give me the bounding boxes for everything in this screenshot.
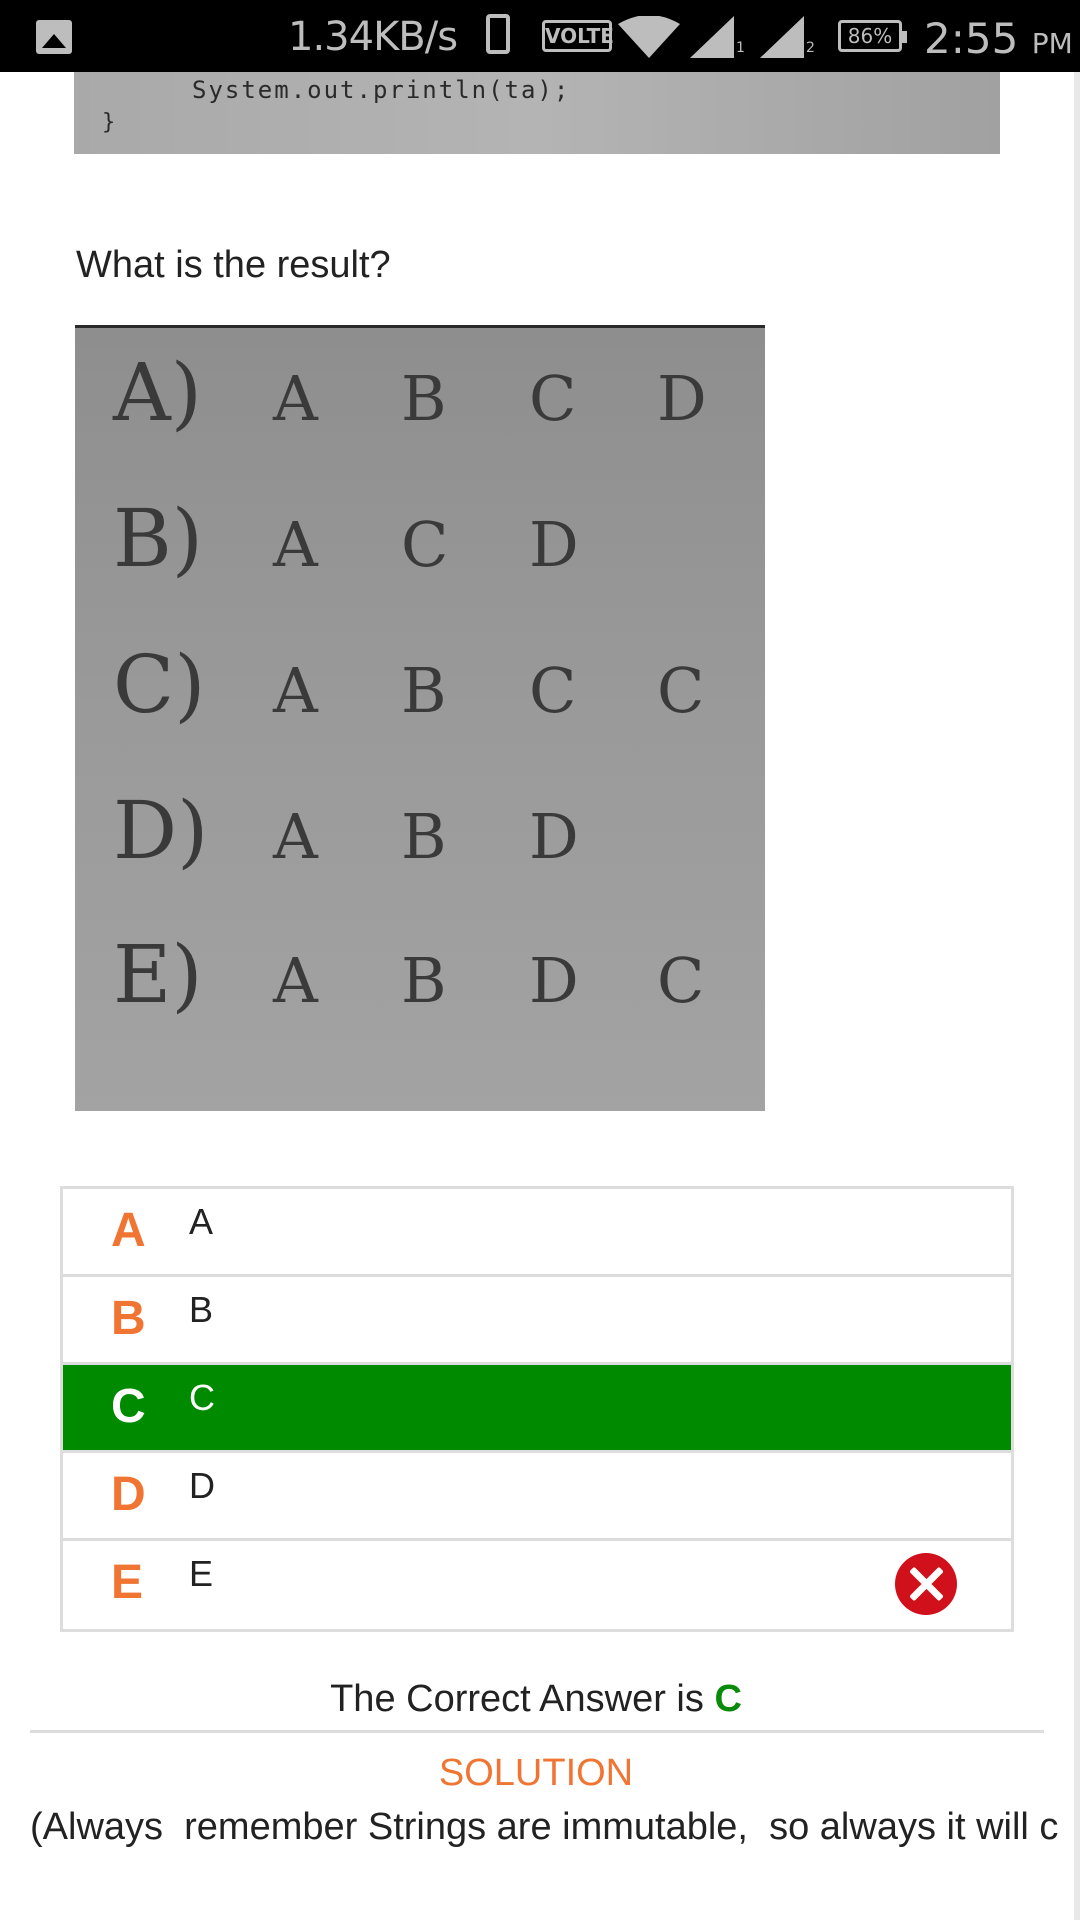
clock-ampm: PM <box>1031 27 1073 60</box>
code-brace: } <box>102 110 116 135</box>
answer-letter: C <box>111 1380 146 1433</box>
gallery-notification-icon <box>36 20 72 54</box>
opt-letter: A <box>273 508 318 581</box>
opt-key: E) <box>113 928 203 1021</box>
opt-letter: C <box>529 362 577 435</box>
correct-answer-prefix: The Correct Answer is <box>330 1678 704 1720</box>
answer-text: A <box>189 1201 214 1242</box>
clock: 2:55 PM <box>924 14 1073 63</box>
answer-text: C <box>189 1377 215 1418</box>
opt-letter: B <box>401 944 447 1017</box>
options-image-row-c: C) A B C C <box>113 638 785 731</box>
scroll-edge <box>1074 72 1080 1920</box>
opt-letter: B <box>401 800 447 873</box>
opt-key: D) <box>113 784 209 877</box>
answer-option-b[interactable]: B B <box>63 1277 1011 1365</box>
sim2-label: 2 <box>806 40 815 56</box>
options-image-row-b: B) A C D <box>113 492 657 585</box>
opt-letter: C <box>529 654 577 727</box>
options-image-row-d: D) A B D <box>113 784 657 877</box>
answer-text: D <box>189 1465 215 1506</box>
wrong-answer-icon <box>895 1553 957 1615</box>
opt-letter: C <box>401 508 449 581</box>
answer-text: E <box>189 1553 214 1594</box>
network-speed: 1.34KB/s <box>288 14 458 60</box>
signal-sim2-icon <box>760 16 804 58</box>
opt-letter: D <box>657 362 707 435</box>
answer-letter: B <box>111 1292 146 1345</box>
correct-answer-line: The Correct Answer is C <box>0 1678 1072 1721</box>
opt-letter: B <box>401 654 447 727</box>
opt-letter: C <box>657 654 705 727</box>
opt-letter: A <box>273 654 318 727</box>
opt-letter: A <box>273 362 318 435</box>
opt-letter: D <box>529 508 579 581</box>
solution-title: SOLUTION <box>438 1752 634 1794</box>
code-line: System.out.println(ta); <box>192 76 571 104</box>
solution-text: (Always remember Strings are immutable, … <box>30 1806 1059 1848</box>
answer-text: B <box>189 1289 214 1330</box>
code-snippet-image: System.out.println(ta); } <box>74 72 1000 154</box>
answer-option-d[interactable]: D D <box>63 1453 1011 1541</box>
sim1-label: 1 <box>736 40 745 56</box>
opt-letter: D <box>529 800 579 873</box>
clock-time: 2:55 <box>924 14 1019 63</box>
battery-icon: 86% <box>838 20 907 52</box>
options-image: A) A B C D B) A C D C) A B C C D) A B D … <box>75 325 765 1111</box>
signal-sim1-icon <box>690 16 734 58</box>
opt-letter: A <box>273 800 318 873</box>
opt-key: A) <box>113 346 202 439</box>
opt-letter: B <box>401 362 447 435</box>
volte-badge: VOLTE <box>542 20 614 52</box>
answer-option-c[interactable]: C C <box>63 1365 1011 1453</box>
wifi-icon <box>618 16 680 58</box>
opt-key: B) <box>113 492 203 585</box>
answer-option-a[interactable]: A A <box>63 1189 1011 1277</box>
opt-letter: D <box>529 944 579 1017</box>
options-image-row-a: A) A B C D <box>113 346 785 439</box>
opt-letter: C <box>657 944 705 1017</box>
options-image-row-e: E) A B D C <box>113 928 785 1021</box>
correct-answer-letter: C <box>714 1678 742 1720</box>
answer-letter: A <box>111 1204 146 1257</box>
answer-letter: E <box>111 1556 144 1609</box>
opt-letter: A <box>273 944 318 1017</box>
phone-icon <box>486 14 510 54</box>
answer-letter: D <box>111 1468 146 1521</box>
answer-option-e[interactable]: E E <box>63 1541 1011 1629</box>
divider <box>30 1730 1044 1733</box>
opt-key: C) <box>113 638 206 731</box>
question-text: What is the result? <box>76 244 391 286</box>
status-bar: 1.34KB/s VOLTE 1 2 86% 2:55 PM <box>0 0 1080 72</box>
answer-list: A A B B C C D D E E <box>60 1186 1014 1632</box>
